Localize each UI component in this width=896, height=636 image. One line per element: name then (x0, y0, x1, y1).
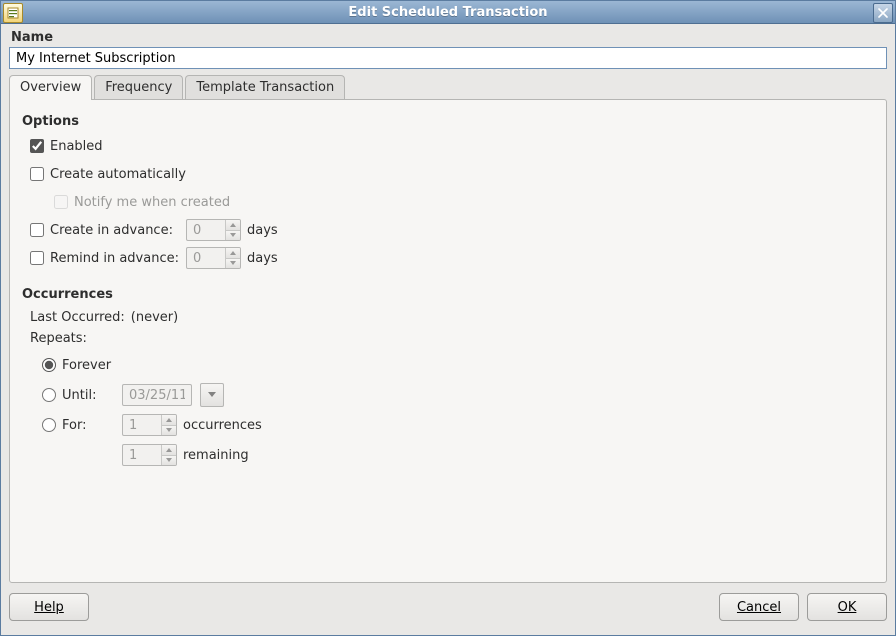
repeats-label-row: Repeats: (30, 330, 874, 346)
spinner-down[interactable] (226, 258, 240, 269)
content-area: Name Overview Frequency Template Transac… (1, 24, 895, 587)
repeats-options: Forever Until: (42, 352, 874, 468)
chevron-up-icon (230, 223, 236, 227)
options-rows: Enabled Create automatically Notify me w… (30, 135, 874, 269)
create-advance-spinner[interactable] (186, 219, 241, 241)
remind-advance-row: Remind in advance: days (30, 247, 874, 269)
forever-label: Forever (62, 358, 111, 373)
remaining-value (123, 445, 161, 465)
create-advance-value (187, 220, 225, 240)
for-radio[interactable] (42, 418, 56, 432)
chevron-down-icon (230, 233, 236, 237)
notify-checkbox (54, 195, 68, 209)
create-advance-checkbox[interactable] (30, 223, 44, 237)
spinner-up[interactable] (162, 445, 176, 455)
enabled-checkbox[interactable] (30, 139, 44, 153)
spinner-up[interactable] (162, 415, 176, 425)
until-date-picker-button[interactable] (200, 383, 224, 407)
app-icon (3, 3, 23, 23)
cancel-button[interactable]: Cancel (719, 593, 799, 621)
help-button-label: Help (34, 600, 64, 615)
ok-button[interactable]: OK (807, 593, 887, 621)
remaining-suffix: remaining (183, 448, 249, 463)
spinner-buttons (225, 220, 240, 240)
help-button[interactable]: Help (9, 593, 89, 621)
tab-overview[interactable]: Overview (9, 75, 92, 100)
occurrences-section: Occurrences Last Occurred: (never) Repea… (22, 287, 874, 468)
enabled-row[interactable]: Enabled (30, 135, 874, 157)
last-occurred-label: Last Occurred: (30, 310, 125, 325)
notify-label: Notify me when created (74, 195, 230, 210)
name-label: Name (11, 30, 887, 45)
last-occurred-value: (never) (131, 310, 178, 325)
repeats-label: Repeats: (30, 331, 87, 346)
cancel-button-label: Cancel (737, 600, 781, 615)
chevron-up-icon (166, 448, 172, 452)
occurrences-heading: Occurrences (22, 287, 874, 302)
spinner-down[interactable] (162, 455, 176, 466)
tab-strip: Overview Frequency Template Transaction (9, 75, 887, 99)
create-auto-checkbox[interactable] (30, 167, 44, 181)
tab-template-transaction[interactable]: Template Transaction (185, 75, 345, 99)
spinner-buttons (225, 248, 240, 268)
chevron-up-icon (230, 251, 236, 255)
ok-button-label: OK (838, 600, 857, 615)
for-count-spinner[interactable] (122, 414, 177, 436)
spinner-down[interactable] (226, 230, 240, 241)
window-title: Edit Scheduled Transaction (348, 5, 547, 20)
create-auto-label: Create automatically (50, 167, 186, 182)
chevron-down-icon (230, 261, 236, 265)
spinner-down[interactable] (162, 425, 176, 436)
remind-advance-spinner[interactable] (186, 247, 241, 269)
until-label: Until: (62, 388, 116, 403)
remind-advance-label: Remind in advance: (50, 251, 180, 266)
spinner-up[interactable] (226, 248, 240, 258)
for-suffix: occurrences (183, 418, 262, 433)
chevron-up-icon (166, 418, 172, 422)
tab-panel-overview: Options Enabled Create automatically Not… (9, 99, 887, 583)
remind-advance-suffix: days (247, 251, 278, 266)
chevron-down-icon (166, 428, 172, 432)
close-button[interactable] (873, 3, 893, 23)
until-row: Until: (42, 382, 874, 408)
create-advance-row: Create in advance: days (30, 219, 874, 241)
until-date-input[interactable] (122, 384, 192, 406)
remind-advance-value (187, 248, 225, 268)
title-bar: Edit Scheduled Transaction (1, 1, 895, 24)
remaining-row: remaining (42, 442, 874, 468)
chevron-down-icon (166, 458, 172, 462)
dialog-footer: Help Cancel OK (1, 587, 895, 635)
edit-scheduled-transaction-dialog: Edit Scheduled Transaction Name Overview… (0, 0, 896, 636)
create-advance-suffix: days (247, 223, 278, 238)
until-radio[interactable] (42, 388, 56, 402)
for-count-value (123, 415, 161, 435)
close-icon (878, 8, 888, 18)
remind-advance-checkbox[interactable] (30, 251, 44, 265)
name-input[interactable] (9, 47, 887, 69)
tab-frequency[interactable]: Frequency (94, 75, 183, 99)
options-heading: Options (22, 114, 874, 129)
create-advance-label: Create in advance: (50, 223, 180, 238)
enabled-label: Enabled (50, 139, 103, 154)
spinner-up[interactable] (226, 220, 240, 230)
for-row: For: occurrences (42, 412, 874, 438)
create-auto-row[interactable]: Create automatically (30, 163, 874, 185)
spinner-buttons (161, 415, 176, 435)
last-occurred-row: Last Occurred: (never) (30, 308, 874, 326)
for-label: For: (62, 418, 116, 433)
chevron-down-icon (208, 392, 216, 398)
tabs-container: Overview Frequency Template Transaction … (9, 75, 887, 583)
notify-row: Notify me when created (54, 191, 874, 213)
forever-radio[interactable] (42, 358, 56, 372)
remaining-spinner[interactable] (122, 444, 177, 466)
spinner-buttons (161, 445, 176, 465)
forever-row[interactable]: Forever (42, 352, 874, 378)
